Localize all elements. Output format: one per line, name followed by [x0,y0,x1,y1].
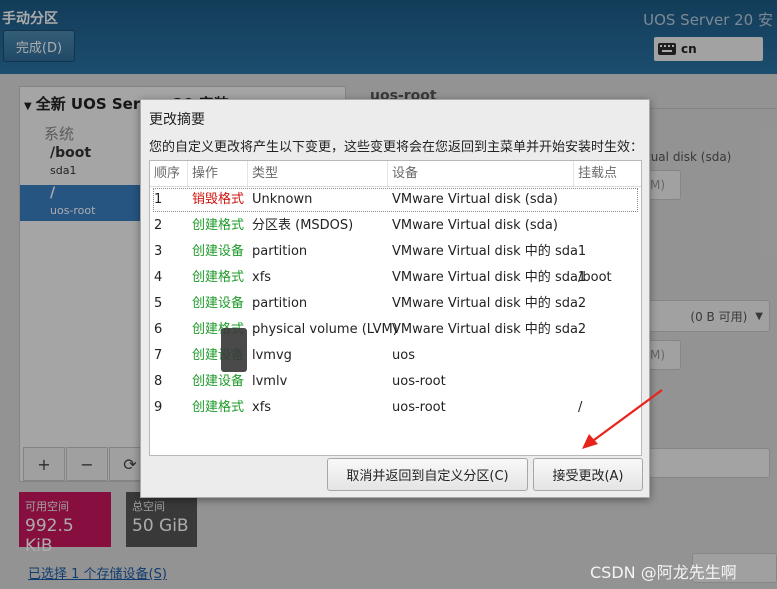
cell-order: 5 [154,296,163,311]
cell-order: 7 [154,348,163,363]
cell-type: lvmlv [252,374,288,389]
cell-device: VMware Virtual disk 中的 sda2 [392,322,587,337]
cell-action: 创建设备 [192,296,245,311]
column-header-type[interactable]: 类型 [248,161,388,186]
cell-order: 4 [154,270,163,285]
column-header-order[interactable]: 顺序 [150,161,188,186]
cell-type: xfs [252,400,272,415]
dialog-title: 更改摘要 [149,112,205,128]
cell-action: 创建设备 [192,374,245,389]
cell-mount [574,291,641,317]
cell-device: uos [392,348,415,363]
cell-order: 3 [154,244,163,259]
cell-action: 创建格式 [192,218,245,233]
cell-action: 创建格式 [192,270,245,285]
cell-type: partition [252,296,308,311]
cell-type: physical volume (LVM) [252,322,398,337]
column-header-device[interactable]: 设备 [388,161,574,186]
table-header: 顺序 操作 类型 设备 挂载点 [150,161,641,187]
table-row[interactable]: 1 销毁格式 Unknown VMware Virtual disk (sda) [152,187,639,213]
cell-action: 销毁格式 [192,192,245,207]
table-row[interactable]: 2 创建格式 分区表 (MSDOS) VMware Virtual disk (sda… [150,213,641,239]
cell-mount: / [578,400,583,415]
cell-device: uos-root [392,374,446,389]
cell-type: xfs [252,270,272,285]
column-header-action[interactable]: 操作 [188,161,248,186]
cell-mount: /boot [578,270,612,285]
cell-mount [574,187,641,213]
cell-device: VMware Virtual disk (sda) [392,192,558,207]
cell-mount [574,369,641,395]
table-row[interactable]: 5 创建设备 partition VMware Virtual disk 中的 sda… [150,291,641,317]
mouse-cursor-shadow [221,328,247,372]
cell-type: 分区表 (MSDOS) [252,218,354,233]
table-row[interactable]: 8 创建设备 lvmlv uos-root [150,369,641,395]
change-summary-dialog: 更改摘要 您的自定义更改将产生以下变更，这些变更将会在您返回到主菜单并开始安装时… [140,99,650,498]
cell-action: 创建格式 [192,400,245,415]
watermark: CSDN @阿龙先生啊 [590,563,737,582]
cancel-return-button[interactable]: 取消并返回到自定义分区(C) [327,458,528,491]
cell-device: uos-root [392,400,446,415]
changes-table: 顺序 操作 类型 设备 挂载点 1 销毁格式 Unknown VMware Virtu… [149,160,642,456]
cell-order: 8 [154,374,163,389]
cell-type: lvmvg [252,348,292,363]
cell-device: VMware Virtual disk (sda) [392,218,558,233]
cell-mount [574,317,641,343]
table-row[interactable]: 4 创建格式 xfs VMware Virtual disk 中的 sda1/boot [150,265,641,291]
cell-mount [574,213,641,239]
cell-order: 9 [154,400,163,415]
cell-device: VMware Virtual disk 中的 sda1 [392,244,587,259]
cell-order: 1 [154,192,163,207]
cell-order: 6 [154,322,163,337]
cell-device: VMware Virtual disk 中的 sda1 [392,270,587,285]
cell-type: Unknown [252,192,313,207]
table-row[interactable]: 9 创建格式 xfs uos-root / [150,395,641,421]
cell-mount [574,343,641,369]
cell-mount [574,239,641,265]
table-row[interactable]: 3 创建设备 partition VMware Virtual disk 中的 sda… [150,239,641,265]
dialog-description: 您的自定义更改将产生以下变更，这些变更将会在您返回到主菜单并开始安装时生效： [149,140,644,155]
cell-order: 2 [154,218,163,233]
cell-action: 创建设备 [192,244,245,259]
cell-device: VMware Virtual disk 中的 sda2 [392,296,587,311]
accept-changes-button[interactable]: 接受更改(A) [533,458,643,491]
column-header-mount[interactable]: 挂载点 [574,161,641,186]
cell-type: partition [252,244,308,259]
